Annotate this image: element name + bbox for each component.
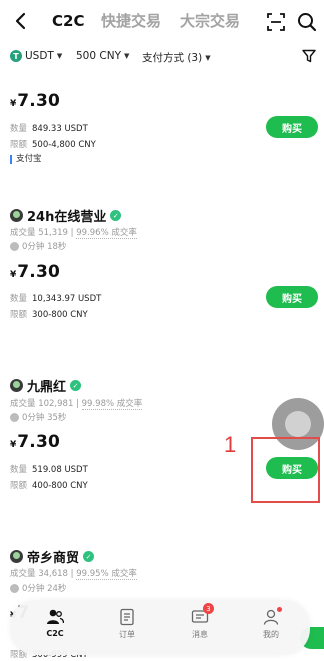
- filter-bar: T USDT ▼ 500 CNY ▼ 支付方式 (3) ▼: [0, 46, 324, 68]
- clock-icon: [10, 412, 19, 422]
- caret-down-icon: ▼: [123, 52, 130, 60]
- orders-icon: [120, 608, 134, 626]
- amount-filter-label: 500 CNY: [76, 50, 121, 62]
- nav-label: C2C: [46, 629, 64, 638]
- top-bar: C2C 快捷交易 大宗交易: [0, 0, 324, 42]
- scan-icon[interactable]: [266, 12, 286, 32]
- tab-bulk-trade[interactable]: 大宗交易: [180, 11, 240, 31]
- ad-price: ¥ 7.30: [10, 262, 60, 282]
- ad-limit: 限额 500-4,800 CNY: [10, 138, 96, 150]
- amount-filter[interactable]: 500 CNY ▼: [76, 50, 129, 62]
- nav-item-orders[interactable]: 订单: [102, 608, 152, 640]
- release-time: 0分钟 35秒: [10, 411, 66, 423]
- ad-limit: 限额 400-800 CNY: [10, 479, 88, 491]
- merchant-stats: 成交量 34,618 | 99.95% 成交率: [10, 569, 137, 580]
- verified-icon: ✓: [83, 551, 95, 562]
- ad-quantity: 数量 519.08 USDT: [10, 463, 88, 475]
- release-time: 0分钟 18秒: [10, 240, 66, 252]
- notification-dot: [277, 607, 282, 612]
- back-arrow-icon[interactable]: [10, 10, 32, 32]
- profile-icon-wrap: [262, 607, 282, 626]
- merchant-name: 24h在线营业: [27, 210, 107, 225]
- limit-value: 300-800 CNY: [32, 310, 88, 320]
- ad-quantity: 数量 10,343.97 USDT: [10, 292, 101, 304]
- quantity-label: 数量: [10, 465, 28, 475]
- price-value: 7.30: [17, 91, 61, 111]
- caret-down-icon: ▼: [56, 52, 63, 60]
- avatar: [10, 209, 23, 222]
- nav-label: 我的: [263, 630, 279, 639]
- price-value: 7.30: [17, 432, 61, 452]
- usdt-coin-icon: T: [10, 50, 22, 62]
- search-icon[interactable]: [296, 11, 318, 33]
- merchant-stats: 成交量 51,319 | 99.96% 成交率: [10, 228, 137, 239]
- time-value: 0分钟 24秒: [22, 584, 67, 594]
- currency-symbol: ¥: [10, 270, 17, 280]
- message-icon-wrap: 3: [191, 603, 214, 626]
- tab-c2c[interactable]: C2C: [52, 11, 84, 31]
- quantity-value: 10,343.97 USDT: [32, 294, 102, 304]
- trade-volume: 成交量 51,319: [10, 228, 68, 238]
- users-icon: [47, 609, 64, 624]
- clock-icon: [10, 583, 19, 593]
- message-badge: 3: [203, 603, 214, 614]
- trade-volume: 成交量 102,981: [10, 399, 74, 409]
- limit-value: 400-800 CNY: [32, 481, 88, 491]
- merchant-row[interactable]: 帝乡商贸 ✓: [10, 547, 95, 566]
- ad-price: ¥ 7.30: [10, 91, 60, 111]
- trade-volume: 成交量 34,618: [10, 569, 68, 579]
- annotation-highlight-box: [251, 437, 320, 503]
- limit-label: 限额: [10, 140, 28, 150]
- payment-filter-label: 支付方式 (3): [142, 52, 203, 64]
- merchant-row[interactable]: 24h在线营业 ✓: [10, 206, 122, 225]
- quantity-value: 849.33 USDT: [32, 124, 88, 134]
- merchant-row[interactable]: 九鼎红 ✓: [10, 376, 82, 395]
- clock-icon: [10, 241, 19, 251]
- payment-filter[interactable]: 支付方式 (3) ▼: [142, 50, 211, 65]
- buy-button[interactable]: 购买: [266, 286, 318, 308]
- quantity-value: 519.08 USDT: [32, 465, 88, 475]
- nav-item-profile[interactable]: 我的: [246, 607, 296, 640]
- nav-label: 订单: [119, 630, 135, 639]
- release-time: 0分钟 24秒: [10, 582, 66, 594]
- filter-funnel-icon[interactable]: [302, 49, 316, 63]
- time-value: 0分钟 18秒: [22, 242, 67, 252]
- bottom-nav: C2C 订单 3 消息 我的: [10, 600, 310, 655]
- time-value: 0分钟 35秒: [22, 413, 67, 423]
- coin-filter[interactable]: T USDT ▼: [10, 50, 62, 62]
- tab-quick-trade[interactable]: 快捷交易: [101, 11, 161, 31]
- quantity-label: 数量: [10, 124, 28, 134]
- ad-quantity: 数量 849.33 USDT: [10, 122, 88, 134]
- completion-rate: 99.96% 成交率: [76, 228, 137, 239]
- limit-label: 限额: [10, 481, 28, 491]
- nav-label: 消息: [192, 630, 208, 639]
- ad-limit: 限额 300-800 CNY: [10, 308, 88, 320]
- merchant-name: 帝乡商贸: [27, 551, 80, 566]
- price-value: 7.30: [17, 262, 61, 282]
- limit-value: 500-4,800 CNY: [32, 140, 96, 150]
- caret-down-icon: ▼: [205, 53, 211, 62]
- nav-item-c2c[interactable]: C2C: [30, 608, 80, 638]
- merchant-stats: 成交量 102,981 | 99.98% 成交率: [10, 399, 143, 410]
- avatar: [10, 379, 23, 392]
- currency-symbol: ¥: [10, 440, 17, 450]
- verified-icon: ✓: [110, 210, 122, 221]
- ad-price: ¥ 7.30: [10, 432, 60, 452]
- coin-filter-label: USDT: [25, 50, 54, 62]
- limit-label: 限额: [10, 310, 28, 320]
- annotation-number: 1: [224, 432, 237, 457]
- currency-symbol: ¥: [10, 99, 17, 109]
- verified-icon: ✓: [70, 380, 82, 391]
- completion-rate: 99.95% 成交率: [76, 569, 137, 580]
- avatar: [10, 550, 23, 563]
- buy-button[interactable]: 购买: [266, 116, 318, 138]
- completion-rate: 99.98% 成交率: [81, 399, 143, 410]
- quantity-label: 数量: [10, 294, 28, 304]
- payment-method-tag: 支付宝: [10, 155, 42, 164]
- merchant-name: 九鼎红: [27, 380, 67, 395]
- nav-item-messages[interactable]: 3 消息: [175, 603, 225, 640]
